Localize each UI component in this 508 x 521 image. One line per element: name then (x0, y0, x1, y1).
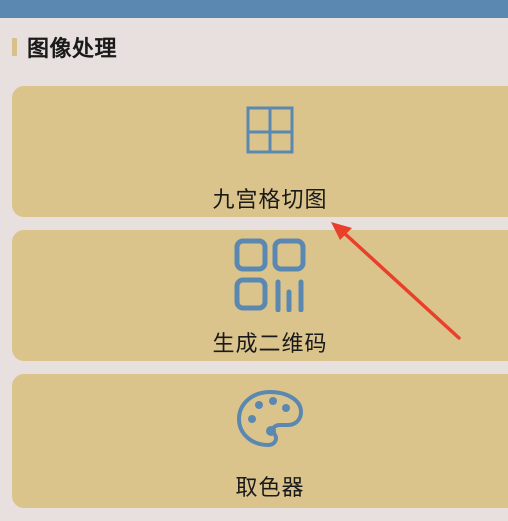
top-bar (0, 0, 508, 18)
section-header: 图像处理 (12, 34, 118, 62)
section-title: 图像处理 (27, 37, 118, 62)
section-accent-bar (12, 38, 17, 56)
tool-card-label: 九宫格切图 (212, 188, 328, 213)
tool-card-label: 生成二维码 (212, 332, 328, 357)
tool-card-color-picker[interactable]: 取色器 (12, 374, 508, 508)
tool-card-label: 取色器 (235, 476, 305, 501)
palette-icon (237, 390, 303, 447)
tool-card-nine-grid[interactable]: 九宫格切图 (12, 86, 508, 217)
qr-code-icon (234, 238, 306, 312)
tool-card-qr-code[interactable]: 生成二维码 (12, 230, 508, 361)
nine-grid-icon (246, 106, 294, 154)
